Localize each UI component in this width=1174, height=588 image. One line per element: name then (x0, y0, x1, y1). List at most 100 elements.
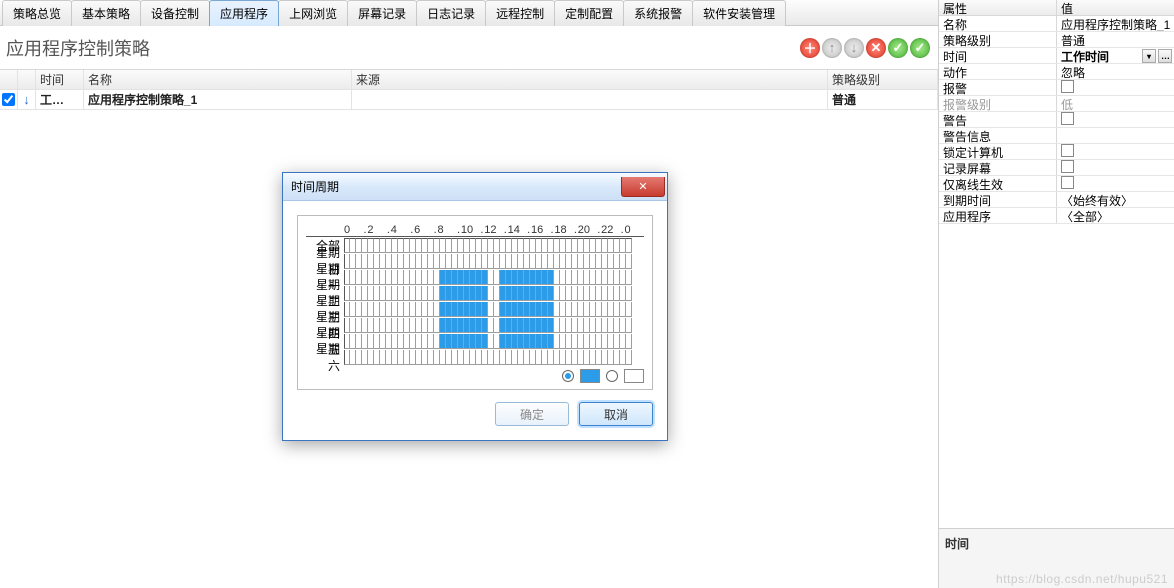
row-arrow-icon: ↓ (18, 90, 36, 109)
chevron-down-icon[interactable]: ▾ (1142, 49, 1156, 63)
schedule-row-星期一[interactable]: 星期一 (306, 269, 644, 285)
ellipsis-icon[interactable]: … (1158, 49, 1172, 63)
dialog-titlebar[interactable]: 时间周期 ✕ (283, 173, 667, 201)
prop-row-到期时间[interactable]: 到期时间〈始终有效〉 (939, 192, 1174, 208)
tab-软件安装管理[interactable]: 软件安装管理 (692, 0, 786, 26)
schedule-cell[interactable] (626, 334, 632, 349)
apply-icon[interactable]: ✓ (888, 38, 908, 58)
prop-row-应用程序[interactable]: 应用程序〈全部〉 (939, 208, 1174, 224)
schedule-row-label: 星期六 (306, 340, 344, 374)
prop-row-名称[interactable]: 名称应用程序控制策略_1 (939, 16, 1174, 32)
tab-上网浏览[interactable]: 上网浏览 (278, 0, 348, 26)
prop-val[interactable] (1057, 160, 1174, 175)
schedule-cell[interactable] (626, 350, 632, 365)
schedule-cell[interactable] (626, 286, 632, 301)
prop-row-警告[interactable]: 警告 (939, 112, 1174, 128)
tab-bar: 策略总览基本策略设备控制应用程序上网浏览屏幕记录日志记录远程控制定制配置系统报警… (0, 0, 938, 26)
prop-key: 时间 (939, 48, 1057, 63)
schedule-cell[interactable] (626, 238, 632, 253)
prop-row-报警级别[interactable]: 报警级别低 (939, 96, 1174, 112)
checkbox-icon[interactable] (1061, 144, 1074, 157)
checkbox-icon[interactable] (1061, 112, 1074, 125)
prop-row-记录屏幕[interactable]: 记录屏幕 (939, 160, 1174, 176)
prop-val[interactable]: 普通 (1057, 32, 1174, 47)
prop-row-时间[interactable]: 时间工作时间▾… (939, 48, 1174, 64)
schedule-row-星期四[interactable]: 星期四 (306, 317, 644, 333)
schedule-legend (306, 369, 644, 383)
col-level[interactable]: 策略级别 (828, 70, 938, 89)
prop-val[interactable]: 忽略 (1057, 64, 1174, 79)
tab-策略总览[interactable]: 策略总览 (2, 0, 72, 26)
tab-定制配置[interactable]: 定制配置 (554, 0, 624, 26)
add-icon[interactable]: ＋ (800, 38, 820, 58)
tab-基本策略[interactable]: 基本策略 (71, 0, 141, 26)
prop-key: 名称 (939, 16, 1057, 31)
prop-row-动作[interactable]: 动作忽略 (939, 64, 1174, 80)
prop-row-警告信息[interactable]: 警告信息 (939, 128, 1174, 144)
delete-icon[interactable]: ✕ (866, 38, 886, 58)
page-title-row: 应用程序控制策略 ＋ ↑ ↓ ✕ ✓ ✓ (0, 26, 938, 70)
prop-val[interactable] (1057, 80, 1174, 95)
schedule-row-星期三[interactable]: 星期三 (306, 301, 644, 317)
prop-val[interactable]: 应用程序控制策略_1 (1057, 16, 1174, 31)
schedule-cells[interactable]: 全部星期日星期一星期二星期三星期四星期五星期六 (306, 236, 644, 365)
cancel-button[interactable]: 取消 (579, 402, 653, 426)
ok-button[interactable]: 确定 (495, 402, 569, 426)
prop-key: 动作 (939, 64, 1057, 79)
prop-key: 报警级别 (939, 96, 1057, 111)
prop-val[interactable] (1057, 176, 1174, 191)
prop-key: 仅离线生效 (939, 176, 1057, 191)
schedule-cell[interactable] (626, 254, 632, 269)
grid-row[interactable]: ↓ 工… 应用程序控制策略_1 普通 (0, 90, 938, 110)
schedule-cell[interactable] (626, 318, 632, 333)
checkbox-icon[interactable] (1061, 176, 1074, 189)
prop-val[interactable]: 〈全部〉 (1057, 208, 1174, 223)
schedule-row-星期二[interactable]: 星期二 (306, 285, 644, 301)
col-source[interactable]: 来源 (352, 70, 828, 89)
schedule-row-星期六[interactable]: 星期六 (306, 349, 644, 365)
prop-row-锁定计算机[interactable]: 锁定计算机 (939, 144, 1174, 160)
time-period-dialog: 时间周期 ✕ 0.2.4.6.8.10.12.14.16.18.20.22.0 … (282, 172, 668, 441)
page-title: 应用程序控制策略 (6, 35, 150, 61)
tab-应用程序[interactable]: 应用程序 (209, 0, 279, 26)
watermark: https://blog.csdn.net/hupu521 (996, 572, 1168, 586)
schedule-row-全部[interactable]: 全部 (306, 237, 644, 253)
legend-swatch-off (624, 369, 644, 383)
schedule-row-星期日[interactable]: 星期日 (306, 253, 644, 269)
grid-header: 时间 名称 来源 策略级别 (0, 70, 938, 90)
prop-val[interactable] (1057, 144, 1174, 159)
tab-设备控制[interactable]: 设备控制 (140, 0, 210, 26)
schedule-grid[interactable]: 0.2.4.6.8.10.12.14.16.18.20.22.0 全部星期日星期… (297, 215, 653, 390)
prop-val[interactable] (1057, 128, 1174, 143)
col-time[interactable]: 时间 (36, 70, 84, 89)
row-checkbox[interactable] (2, 93, 15, 106)
prop-row-仅离线生效[interactable]: 仅离线生效 (939, 176, 1174, 192)
schedule-cell[interactable] (626, 302, 632, 317)
row-source (352, 90, 828, 109)
move-up-icon[interactable]: ↑ (822, 38, 842, 58)
schedule-cell[interactable] (626, 270, 632, 285)
prop-row-策略级别[interactable]: 策略级别普通 (939, 32, 1174, 48)
checkbox-icon[interactable] (1061, 160, 1074, 173)
legend-radio-off[interactable] (606, 370, 618, 382)
move-down-icon[interactable]: ↓ (844, 38, 864, 58)
hour-ticks: 0.2.4.6.8.10.12.14.16.18.20.22.0 (344, 224, 644, 236)
legend-radio-on[interactable] (562, 370, 574, 382)
close-icon[interactable]: ✕ (621, 177, 665, 197)
checkbox-icon[interactable] (1061, 80, 1074, 93)
prop-head-val: 值 (1057, 0, 1174, 15)
prop-val[interactable] (1057, 112, 1174, 127)
tab-屏幕记录[interactable]: 屏幕记录 (347, 0, 417, 26)
prop-row-报警[interactable]: 报警 (939, 80, 1174, 96)
tab-系统报警[interactable]: 系统报警 (623, 0, 693, 26)
apply-all-icon[interactable]: ✓ (910, 38, 930, 58)
prop-val[interactable]: 工作时间▾… (1057, 48, 1174, 63)
schedule-row-星期五[interactable]: 星期五 (306, 333, 644, 349)
prop-val[interactable]: 低 (1057, 96, 1174, 111)
prop-val[interactable]: 〈始终有效〉 (1057, 192, 1174, 207)
col-name[interactable]: 名称 (84, 70, 352, 89)
prop-key: 策略级别 (939, 32, 1057, 47)
tab-远程控制[interactable]: 远程控制 (485, 0, 555, 26)
tab-日志记录[interactable]: 日志记录 (416, 0, 486, 26)
properties-footer-label: 时间 (945, 537, 969, 551)
